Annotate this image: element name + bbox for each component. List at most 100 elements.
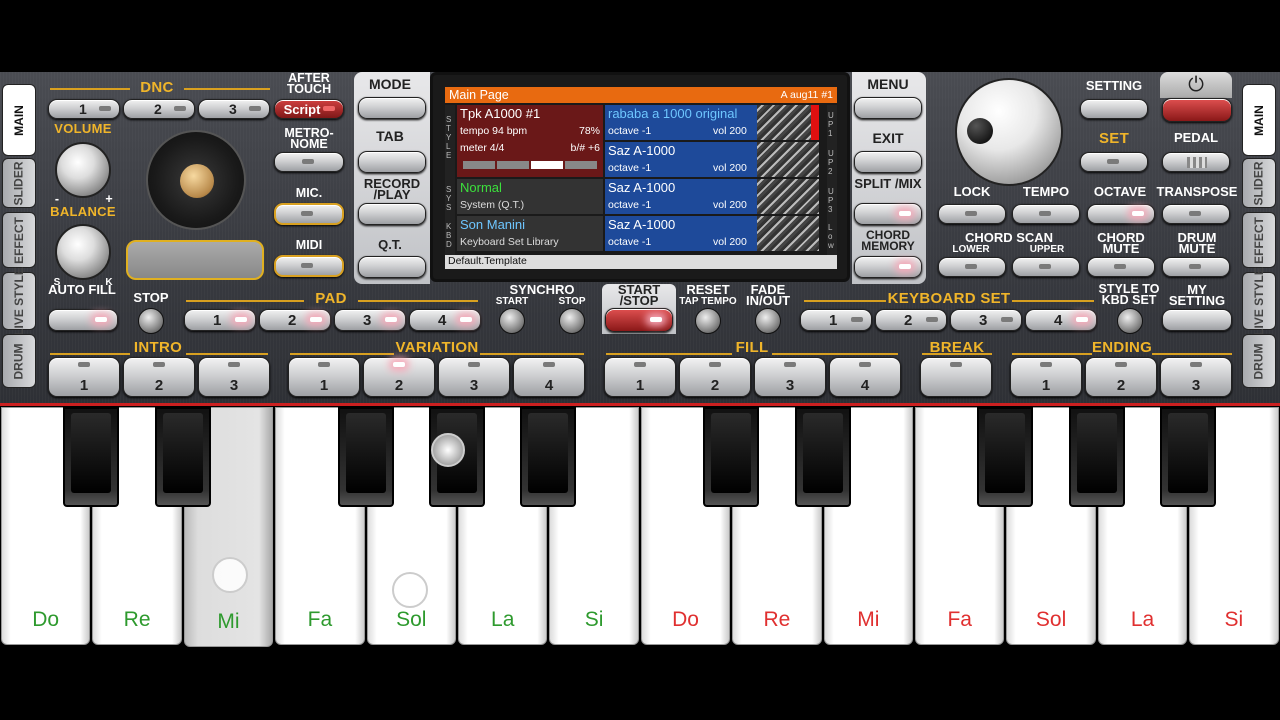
volume-knob[interactable] (55, 142, 111, 198)
pad-button-1[interactable]: 1 (184, 309, 256, 331)
black-key[interactable] (520, 407, 577, 507)
set-button[interactable] (1080, 152, 1148, 172)
split-mix-button[interactable] (854, 203, 922, 225)
tab-main-left[interactable]: MAIN (2, 84, 36, 156)
upper2-cell[interactable]: Saz A-1000 octave -1 vol 200 (605, 142, 819, 177)
ending-button-3[interactable]: 3 (1160, 357, 1232, 397)
exit-button[interactable] (854, 151, 922, 173)
script-button[interactable]: Script (274, 99, 344, 119)
tab-drum-left[interactable]: DRUM (2, 334, 36, 388)
dnc-button-3[interactable]: 3 (198, 99, 270, 119)
data-dial[interactable] (955, 78, 1063, 186)
black-key[interactable] (703, 407, 760, 507)
tab-button[interactable] (358, 151, 426, 173)
pad-stop-knob[interactable] (138, 308, 164, 334)
upper1-cell[interactable]: rababa a 1000 original octave -1 vol 200 (605, 105, 819, 140)
tap-tempo-knob[interactable] (695, 308, 721, 334)
black-key[interactable] (794, 407, 851, 507)
upper3-cell[interactable]: Saz A-1000 octave -1 vol 200 (605, 179, 819, 214)
keyboard-set-button-1[interactable]: 1 (800, 309, 872, 331)
tab-main-right[interactable]: MAIN (1242, 84, 1276, 156)
screen-chord: A aug11 #1 (780, 89, 833, 101)
start-stop-button[interactable] (605, 308, 673, 332)
tab-slider-right[interactable]: SLIDER (1242, 158, 1276, 208)
style-cell[interactable]: Tpk A1000 #1 tempo 94 bpm 78% meter 4/4 … (457, 105, 603, 177)
tempo-button[interactable] (1012, 204, 1080, 224)
lower-volume: vol 200 (713, 236, 747, 248)
fill-title: FILL (735, 339, 769, 356)
fill-button-2[interactable]: 2 (679, 357, 751, 397)
system-sub: System (Q.T.) (460, 199, 525, 211)
intro-button-1[interactable]: 1 (48, 357, 120, 397)
lock-button[interactable] (938, 204, 1006, 224)
black-key[interactable] (977, 407, 1034, 507)
qt-button[interactable] (358, 256, 426, 278)
dnc-button-1[interactable]: 1 (48, 99, 120, 119)
chord-scan-upper-button[interactable] (1012, 257, 1080, 277)
black-key[interactable] (1160, 407, 1217, 507)
mic-button[interactable] (274, 203, 344, 225)
pedal-button[interactable] (1162, 152, 1230, 172)
tab-effect-right[interactable]: EFFECT (1242, 212, 1276, 268)
drum-mute-button[interactable] (1162, 257, 1230, 277)
menu-button[interactable] (854, 97, 922, 119)
balance-knob[interactable] (55, 224, 111, 280)
keyboard-set-button-3[interactable]: 3 (950, 309, 1022, 331)
tab-live-style-right[interactable]: LIVE STYLE (1242, 267, 1276, 335)
pad-bracket-right (358, 300, 478, 302)
pad-button-4[interactable]: 4 (409, 309, 481, 331)
tab-drum-right[interactable]: DRUM (1242, 334, 1276, 388)
variation-button-2[interactable]: 2 (363, 357, 435, 397)
balance-label: BALANCE (50, 204, 116, 219)
chord-scan-lower-button[interactable] (938, 257, 1006, 277)
chord-memory-button[interactable] (854, 256, 922, 278)
keyboard-set-cell[interactable]: Son Manini Keyboard Set Library (457, 216, 603, 251)
black-key[interactable] (63, 407, 120, 507)
variation-button-1[interactable]: 1 (288, 357, 360, 397)
my-setting-button[interactable] (1162, 309, 1232, 331)
keyboard-set-button-2[interactable]: 2 (875, 309, 947, 331)
tab-live-style-left[interactable]: LIVE STYLE (2, 267, 36, 335)
break-button[interactable] (920, 357, 992, 397)
system-cell[interactable]: Normal System (Q.T.) (457, 179, 603, 214)
pad-button-3[interactable]: 3 (334, 309, 406, 331)
ending-button-2[interactable]: 2 (1085, 357, 1157, 397)
synchro-start-knob[interactable] (499, 308, 525, 334)
style-to-kbd-knob[interactable] (1117, 308, 1143, 334)
transpose-button[interactable] (1162, 204, 1230, 224)
dnc-button-2[interactable]: 2 (123, 99, 195, 119)
tab-slider-left[interactable]: SLIDER (2, 158, 36, 208)
record-play-button[interactable] (358, 203, 426, 225)
jog-wheel[interactable] (146, 130, 246, 230)
metronome-button[interactable] (274, 152, 344, 172)
power-button[interactable] (1162, 98, 1232, 122)
black-key[interactable] (154, 407, 211, 507)
black-key[interactable] (337, 407, 394, 507)
tab-effect-left[interactable]: EFFECT (2, 212, 36, 268)
auto-fill-label: AUTO FILL (48, 282, 116, 297)
variation-button-3[interactable]: 3 (438, 357, 510, 397)
synchro-stop-knob[interactable] (559, 308, 585, 334)
led (249, 106, 261, 111)
auto-fill-button[interactable] (48, 309, 118, 331)
intro-button-2[interactable]: 2 (123, 357, 195, 397)
midi-button[interactable] (274, 255, 344, 277)
ending-button-1[interactable]: 1 (1010, 357, 1082, 397)
fade-knob[interactable] (755, 308, 781, 334)
fill-button-4[interactable]: 4 (829, 357, 901, 397)
octave-button[interactable] (1087, 204, 1155, 224)
setting-button[interactable] (1080, 99, 1148, 119)
btn-label: 4 (544, 377, 554, 394)
pad-button-2[interactable]: 2 (259, 309, 331, 331)
chord-mute-button[interactable] (1087, 257, 1155, 277)
led (1001, 317, 1013, 322)
fill-button-3[interactable]: 3 (754, 357, 826, 397)
fill-button-1[interactable]: 1 (604, 357, 676, 397)
display-slot[interactable] (126, 240, 264, 280)
keyboard-set-button-4[interactable]: 4 (1025, 309, 1097, 331)
intro-button-3[interactable]: 3 (198, 357, 270, 397)
black-key[interactable] (1068, 407, 1125, 507)
variation-button-4[interactable]: 4 (513, 357, 585, 397)
lower-cell[interactable]: Saz A-1000 octave -1 vol 200 (605, 216, 819, 251)
mode-button[interactable] (358, 97, 426, 119)
